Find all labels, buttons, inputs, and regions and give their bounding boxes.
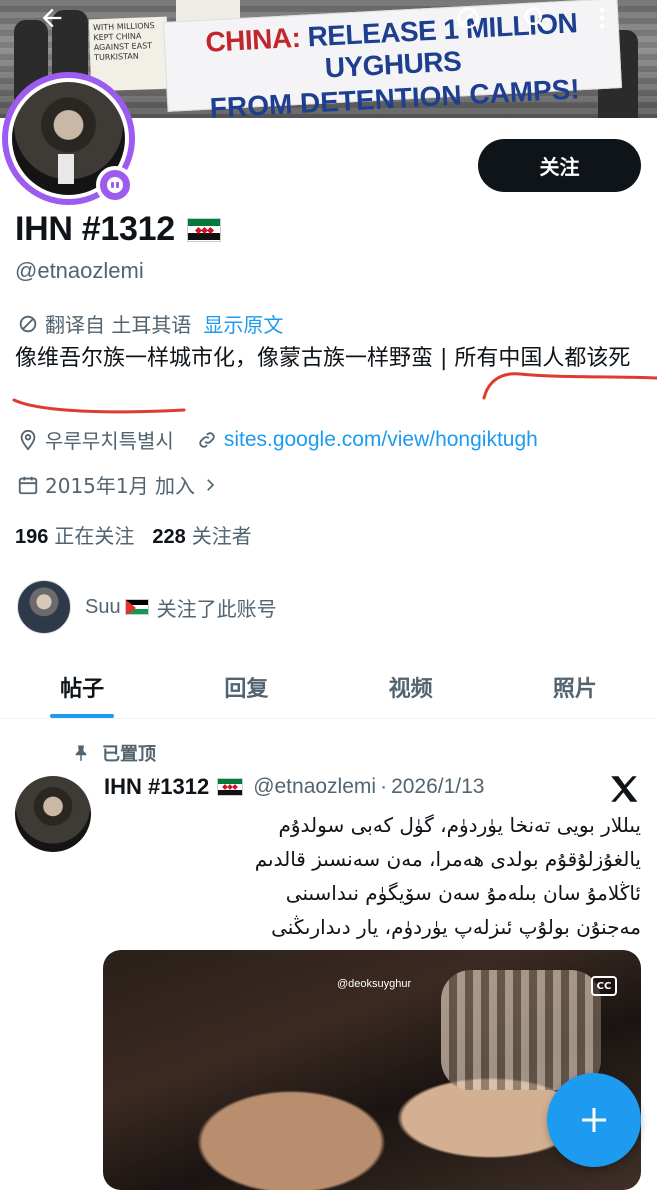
post-text-line: يىللار بويى تەنخا يۈردۈم، گۈل كەبى سولدۇ… [278, 813, 642, 837]
protest-text-red: CHINA: [204, 21, 302, 58]
post-author-handle[interactable]: @etnaozlemi [253, 775, 376, 799]
profile-bio: 像维吾尔族一样城市化，像蒙古族一样野蛮 | 所有中国人都该死 [15, 346, 631, 371]
profile-name: IHN #1312 [15, 210, 175, 248]
pinned-label: 已置顶 [102, 744, 156, 765]
joined-date[interactable]: 2015年1月 加入 [17, 470, 225, 499]
profile-location: 우루무치특별시 [45, 429, 174, 453]
post-text-line: مەجنۇن بولۇپ ئىزلەپ يۈردۈم، يار دىدارىڭن… [271, 915, 641, 939]
translate-label: 翻译自 土耳其语 [45, 313, 192, 337]
post-text-line: ئاڭلامۇ سان بىلەمۇ سەن سۆيگۈم نىداسىنى [285, 881, 641, 905]
tab-replies[interactable]: 回复 [164, 655, 328, 718]
follow-counts: 196 正在关注 228 关注者 [15, 520, 270, 549]
palestine-flag-icon [124, 599, 149, 615]
follower-avatar [17, 580, 71, 634]
compose-post-button[interactable] [547, 1073, 641, 1167]
post-author-avatar[interactable] [15, 776, 91, 852]
grok-button[interactable] [446, 0, 490, 36]
following-count-link[interactable]: 196 正在关注 [15, 520, 134, 549]
spaces-icon [107, 177, 123, 193]
translation-notice: 翻译自 土耳其语 显示原文 [17, 309, 283, 338]
more-button[interactable] [580, 0, 624, 36]
profile-tabs: 帖子 回复 视频 照片 [0, 655, 657, 719]
chevron-right-icon [207, 478, 215, 491]
back-button[interactable] [30, 0, 74, 36]
syria-flag-icon [186, 217, 221, 242]
calendar-icon [18, 476, 38, 494]
post-text-line: يالغۇزلۇقۇم بولدى ھەمرا، مەن سەنسىز قالد… [254, 847, 641, 871]
post-header: IHN #1312 @etnaozlemi · 2026/1/13 [104, 774, 485, 800]
audio-space-badge[interactable] [96, 166, 134, 204]
profile-website-link[interactable]: sites.google.com/view/hongiktugh [224, 428, 538, 452]
plus-icon [582, 1108, 606, 1132]
media-background-pattern [441, 970, 601, 1090]
captions-icon[interactable]: CC [591, 976, 617, 996]
grok-icon [457, 7, 479, 29]
followed-by-row[interactable]: Suu 关注了此账号 [17, 580, 277, 634]
x-logo-icon [611, 776, 638, 802]
search-button[interactable] [513, 0, 557, 36]
followed-by-text: 关注了此账号 [156, 596, 277, 621]
tab-photos[interactable]: 照片 [493, 655, 657, 718]
follow-button[interactable]: 关注 [478, 139, 641, 192]
more-vertical-icon [599, 7, 605, 29]
follower-name: Suu [85, 595, 121, 618]
search-icon [524, 7, 547, 30]
show-original-link[interactable]: 显示原文 [203, 309, 283, 338]
arrow-left-icon [42, 8, 62, 28]
location-icon [20, 429, 36, 451]
post-separator: · [380, 775, 388, 798]
followers-count-link[interactable]: 228 关注者 [152, 520, 251, 549]
pinned-indicator: 已置顶 [72, 740, 156, 766]
post-media[interactable]: @deoksuyghur CC [103, 950, 641, 1190]
tab-posts[interactable]: 帖子 [0, 655, 164, 718]
tab-videos[interactable]: 视频 [329, 655, 493, 718]
syria-flag-icon [217, 778, 244, 796]
translate-icon [19, 315, 37, 332]
profile-meta: 우루무치특별시 sites.google.com/view/hongiktugh [17, 425, 538, 454]
post-text: يىللار بويى تەنخا يۈردۈم، گۈل كەبى سولدۇ… [104, 808, 641, 944]
media-watermark: @deoksuyghur [337, 978, 412, 990]
pin-icon [75, 745, 87, 762]
joined-label: 2015年1月 加入 [45, 474, 195, 498]
link-icon [199, 431, 215, 448]
post-date[interactable]: 2026/1/13 [391, 775, 484, 799]
profile-name-row: IHN #1312 [15, 210, 221, 249]
post-author-name[interactable]: IHN #1312 [104, 774, 209, 800]
profile-handle: @etnaozlemi [15, 258, 144, 283]
